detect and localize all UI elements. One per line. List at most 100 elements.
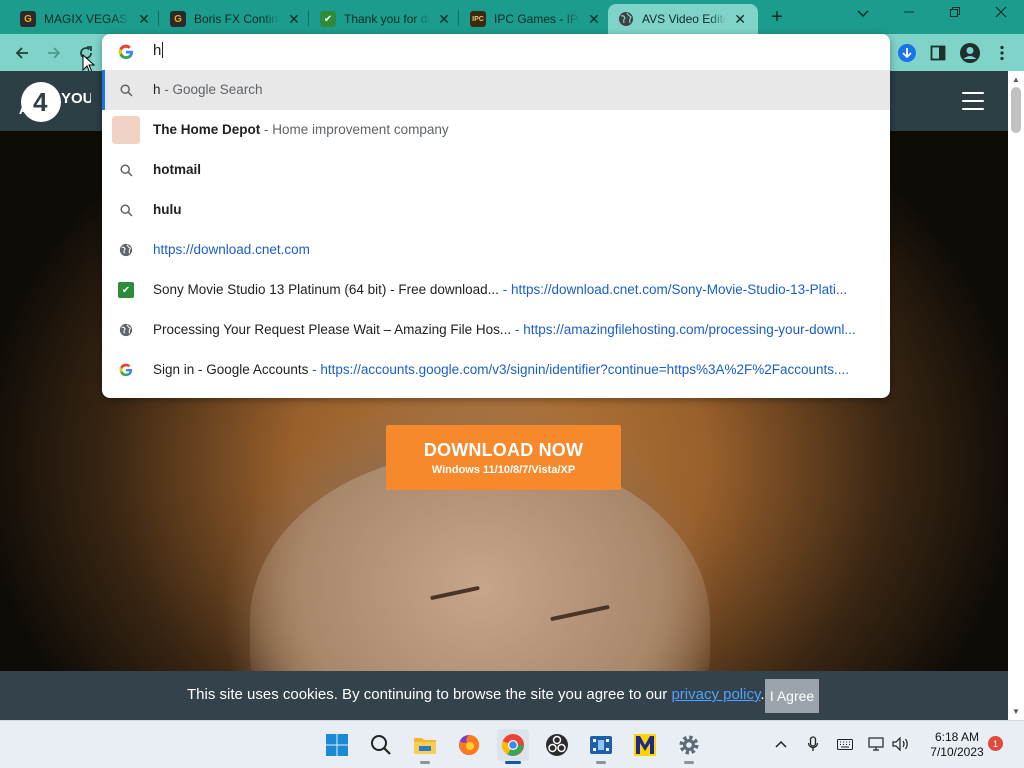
- search-icon: [118, 162, 134, 178]
- search-icon: [118, 202, 134, 218]
- suggestion-sony-movie-studio[interactable]: ✔ Sony Movie Studio 13 Platinum (64 bit)…: [102, 270, 890, 310]
- show-hidden-icons-chevron-icon[interactable]: [772, 735, 790, 753]
- taskbar-chrome[interactable]: [497, 729, 529, 764]
- tab-title: AVS Video Editor: [642, 12, 727, 26]
- magix-m-icon: [634, 734, 656, 756]
- tab-title: MAGIX VEGAS Pro: [44, 12, 130, 26]
- taskbar-clock[interactable]: 6:18 AM 7/10/2023: [918, 730, 996, 760]
- cookie-banner: This site uses cookies. By continuing to…: [0, 671, 1008, 720]
- tab-avs-video-editor[interactable]: AVS Video Editor ✕: [608, 4, 758, 34]
- microphone-icon[interactable]: [804, 735, 822, 753]
- taskbar-magix-app[interactable]: [629, 729, 661, 761]
- keyboard-icon[interactable]: [836, 735, 854, 753]
- chrome-icon: [501, 734, 524, 756]
- scroll-down-arrow-icon[interactable]: ▼: [1012, 707, 1020, 716]
- svg-text:4: 4: [33, 87, 48, 117]
- tab-separator: [158, 10, 159, 26]
- download-sublabel: Windows 11/10/8/7/Vista/XP: [431, 464, 576, 476]
- windows-taskbar: 6:18 AM 7/10/2023: [0, 720, 1024, 768]
- profile-avatar-icon[interactable]: [959, 42, 981, 64]
- close-icon[interactable]: ✕: [586, 11, 602, 27]
- cookie-text: This site uses cookies. By continuing to…: [187, 686, 765, 703]
- close-icon[interactable]: ✕: [286, 11, 302, 27]
- i-agree-button[interactable]: I Agree: [765, 679, 819, 713]
- window-close-icon[interactable]: [990, 5, 1012, 25]
- suggestion-hulu[interactable]: hulu: [102, 190, 890, 230]
- network-icon[interactable]: [867, 735, 885, 753]
- ipc-favicon-icon: IPC: [470, 11, 486, 27]
- tab-title: Boris FX Continuum: [194, 12, 280, 26]
- tab-thank-you[interactable]: ✔ Thank you for downloading ✕: [310, 4, 462, 34]
- download-label: DOWNLOAD NOW: [423, 440, 584, 460]
- tab-boris-fx[interactable]: G Boris FX Continuum ✕: [160, 4, 312, 34]
- taskbar-obs[interactable]: [541, 729, 573, 761]
- clock-date: 7/10/2023: [930, 745, 984, 759]
- tab-title: IPC Games - IPC: [494, 12, 580, 26]
- close-icon[interactable]: ✕: [136, 11, 152, 27]
- firefox-icon: [459, 734, 480, 755]
- svg-text:YOU: YOU: [61, 90, 91, 107]
- tab-ipc-games[interactable]: IPC IPC Games - IPC ✕: [460, 4, 612, 34]
- boris-favicon-icon: G: [170, 11, 186, 27]
- running-indicator: [684, 761, 694, 764]
- suggestion-hotmail[interactable]: hotmail: [102, 150, 890, 190]
- magix-favicon-icon: G: [20, 11, 36, 27]
- new-tab-button[interactable]: +: [766, 7, 788, 29]
- google-icon: [118, 362, 134, 378]
- suggestion-google-search[interactable]: h - Google Search: [102, 70, 890, 110]
- globe-icon: [118, 322, 134, 338]
- scroll-up-arrow-icon[interactable]: ▲: [1012, 75, 1020, 84]
- taskbar-settings[interactable]: [673, 729, 705, 764]
- suggestion-google-accounts[interactable]: Sign in - Google Accounts - https://acco…: [102, 350, 890, 390]
- running-indicator: [420, 761, 430, 764]
- cnet-favicon-icon: ✔: [320, 11, 336, 27]
- taskbar-file-explorer[interactable]: [409, 729, 441, 764]
- taskbar-firefox[interactable]: [453, 729, 485, 761]
- forward-button[interactable]: [42, 41, 66, 65]
- film-icon: [590, 736, 612, 754]
- suggestion-cnet-url[interactable]: https://download.cnet.com: [102, 230, 890, 270]
- tab-magix-vegas[interactable]: G MAGIX VEGAS Pro ✕: [10, 4, 162, 34]
- restore-icon[interactable]: [944, 5, 966, 25]
- back-button[interactable]: [10, 41, 34, 65]
- home-depot-thumbnail: [112, 116, 140, 144]
- globe-icon: [618, 11, 634, 27]
- tab-strip: G MAGIX VEGAS Pro ✕ G Boris FX Continuum…: [0, 0, 1024, 34]
- download-now-button[interactable]: DOWNLOAD NOW Windows 11/10/8/7/Vista/XP: [386, 425, 621, 490]
- suggestion-amazing-file-hosting[interactable]: Processing Your Request Please Wait – Am…: [102, 310, 890, 350]
- cnet-favicon-icon: ✔: [118, 282, 134, 298]
- running-indicator: [505, 761, 521, 764]
- folder-icon: [414, 738, 436, 754]
- search-icon: [118, 82, 134, 98]
- privacy-policy-link[interactable]: privacy policy: [671, 686, 760, 703]
- tab-search-chevron-icon[interactable]: [854, 6, 872, 24]
- address-input[interactable]: h: [153, 42, 164, 59]
- gear-icon: [679, 735, 699, 755]
- page-scrollbar[interactable]: ▲ ▼: [1008, 71, 1024, 720]
- search-icon: [371, 735, 391, 755]
- address-bar[interactable]: h: [102, 34, 890, 70]
- taskbar-search-button[interactable]: [365, 729, 397, 761]
- download-icon[interactable]: [896, 42, 918, 64]
- side-panel-icon[interactable]: [927, 42, 949, 64]
- tab-title: Thank you for downloading: [344, 12, 430, 26]
- start-button[interactable]: [321, 729, 353, 761]
- taskbar-video-editor[interactable]: [585, 729, 617, 764]
- volume-icon[interactable]: [892, 735, 910, 753]
- running-indicator: [596, 761, 606, 764]
- clock-time: 6:18 AM: [934, 730, 980, 744]
- notification-badge[interactable]: 1: [988, 736, 1003, 751]
- scrollbar-thumb[interactable]: [1011, 87, 1021, 133]
- omnibox-dropdown: h h - Google Search The Home Depot - Hom…: [102, 34, 890, 398]
- minimize-icon[interactable]: [898, 5, 920, 25]
- avs4you-logo[interactable]: AVS 4 YOU: [17, 81, 91, 123]
- close-icon[interactable]: ✕: [436, 11, 452, 27]
- tab-separator: [308, 10, 309, 26]
- close-icon[interactable]: ✕: [732, 11, 748, 27]
- more-menu-icon[interactable]: [991, 42, 1013, 64]
- windows-logo-icon: [326, 734, 348, 756]
- obs-icon: [546, 734, 568, 756]
- hamburger-menu-icon[interactable]: [962, 92, 984, 110]
- suggestion-home-depot[interactable]: The Home Depot - Home improvement compan…: [102, 110, 890, 150]
- tab-separator: [458, 10, 459, 26]
